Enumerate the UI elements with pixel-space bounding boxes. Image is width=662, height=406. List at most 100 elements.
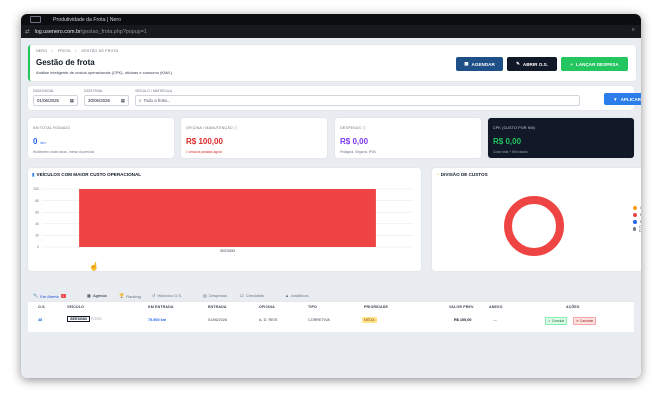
vehicle-model: FORD <box>90 317 102 321</box>
calendar-icon[interactable]: ▦ <box>70 98 74 104</box>
column-header: ENTRADA <box>208 305 227 309</box>
anexo-cell: — <box>493 318 497 322</box>
tab-label: Ranking <box>126 293 141 299</box>
start-date-value: 01/06/2026 <box>37 98 59 103</box>
kpi-label: OFICINA / MANUTENÇÃO ⓘ <box>186 126 238 131</box>
breadcrumb-item[interactable]: FROTA <box>58 49 71 53</box>
kpi-subtitle: Pedágios, Seguros, IPVA <box>340 150 376 154</box>
tab-label: Histórico O.S. <box>157 293 183 298</box>
priority-badge: MÉDIA <box>362 317 377 323</box>
end-date-input[interactable]: 30/06/2026 ▦ <box>84 95 129 106</box>
os-number-link[interactable]: 48 <box>38 318 42 322</box>
count-badge: 1 <box>60 294 66 298</box>
kpi-number: 0 <box>33 137 38 146</box>
vehicle-label: VEÍCULO / MATRÍCULA <box>135 89 173 93</box>
tab-despesas[interactable]: ▤ Despesas <box>203 293 227 298</box>
kpi-subtitle: Hodômetro: maior atual - menor do períod… <box>33 150 95 154</box>
agendar-button[interactable]: ▦ AGENDAR <box>456 57 503 71</box>
legend-item[interactable]: Manutenção <box>633 211 641 218</box>
lancar-despesa-label: LANÇAR DESPESA <box>576 61 619 67</box>
legend-swatch <box>633 205 637 210</box>
cancelar-label: Cancelar <box>579 319 594 323</box>
filter-bar: DATA INICIAL 01/06/2026 ▦ DATA FINAL 30/0… <box>28 86 634 110</box>
column-header: ANEXO <box>489 305 503 309</box>
lancar-despesa-button[interactable]: + LANÇAR DESPESA <box>561 57 628 71</box>
calendar-icon[interactable]: ▦ <box>121 98 125 104</box>
column-header: AÇÕES <box>566 305 580 309</box>
window-title: Produtividade da Frota | Nero <box>53 16 121 23</box>
history-icon: ↺ <box>152 293 156 298</box>
calendar-icon: ▦ <box>87 293 91 298</box>
tab-em-aberto[interactable]: 🔧 Em Aberto 1 <box>33 293 66 302</box>
start-date-input[interactable]: 01/06/2026 ▦ <box>33 95 78 106</box>
vehicle-select-value: Todo a frota... <box>143 98 171 103</box>
tab-agenda[interactable]: ▦ Agenda <box>87 293 107 298</box>
breadcrumb-item[interactable]: NERO <box>36 49 47 53</box>
tab-label: Checklists <box>245 293 264 298</box>
abrir-os-label: ABRIR O.S. <box>522 61 548 67</box>
valor-cell: R$ 100,00 <box>454 318 472 322</box>
kpi-label: DESPESAS ⓘ <box>340 126 366 131</box>
tab-label: Despesas <box>208 293 227 298</box>
address-bar[interactable]: ⇄ log.usenero.com.br/gestao_frota.php?po… <box>21 25 641 38</box>
magnifier-icon[interactable]: ⌕ <box>632 27 635 34</box>
kpi-oficina: OFICINA / MANUTENÇÃO ⓘ R$ 100,00 1 veícu… <box>181 118 327 158</box>
agendar-label: AGENDAR <box>471 61 495 67</box>
chart-icon: ▲ <box>285 293 290 298</box>
column-header: OFICINA <box>259 305 275 309</box>
donut-chart <box>504 196 564 256</box>
tab-label: Agenda <box>92 293 107 298</box>
kpi-unit: km <box>40 141 46 145</box>
page-content: NERO › FROTA › GESTÃO DE FROTA Gestão de f… <box>21 38 641 378</box>
bar-chart: 0 20 40 60 80 100 SEE3G83 <box>33 187 413 253</box>
y-tick-label: 80 <box>35 199 39 203</box>
kpi-value: R$ 0,00 <box>493 137 522 146</box>
plus-icon: + <box>570 61 574 67</box>
bar-chart-card: ▮ VEÍCULOS COM MAIOR CUSTO OPERACIONAL 02… <box>28 168 421 271</box>
wrench-icon: 🔧 <box>33 293 39 298</box>
y-tick-label: 100 <box>33 187 39 191</box>
column-header: TIPO <box>308 305 317 309</box>
vehicle-select[interactable]: ⌕ Todo a frota... <box>135 95 580 106</box>
tab-analiticos[interactable]: ▲ Analíticos <box>285 293 309 298</box>
tipo-cell: CORRETIVA <box>308 318 330 322</box>
end-date-value: 30/06/2026 <box>88 98 110 103</box>
kpi-label-text: OFICINA / MANUTENÇÃO <box>186 126 233 130</box>
abrir-os-button[interactable]: ✎ ABRIR O.S. <box>507 57 557 71</box>
kpi-value: 0 km <box>33 137 46 146</box>
legend-label: Pedágio <box>640 220 641 224</box>
cancelar-button[interactable]: ✕ Cancelar <box>573 317 597 325</box>
aplicar-button[interactable]: ▼ APLICAR <box>604 93 641 105</box>
tab-label: Em Aberto <box>40 293 59 299</box>
site-settings-icon[interactable]: ⇄ <box>25 29 30 35</box>
oficina-cell: A. D. REIS <box>259 318 278 322</box>
column-header: VALOR PREV. <box>449 305 475 309</box>
x-tick-label: SEE3G83 <box>220 249 235 253</box>
breadcrumb-item: GESTÃO DE FROTA <box>81 49 119 53</box>
trophy-icon: 🏆 <box>119 293 125 298</box>
tab-ranking[interactable]: 🏆 Ranking <box>119 293 141 299</box>
search-icon: ⌕ <box>139 98 142 103</box>
legend-item[interactable]: Combustível <box>633 204 641 211</box>
url-host: log.usenero.com.br <box>34 28 81 35</box>
hand-cursor-icon: ☝ <box>89 262 99 271</box>
kpi-km-total: KM TOTAL RODADO 0 km Hodômetro: maior atu… <box>28 118 174 158</box>
url-path: /gestao_frota.php?popup=1 <box>80 28 147 35</box>
tab-label: Analíticos <box>291 293 309 298</box>
pie-slice <box>504 196 564 256</box>
legend-item[interactable]: Outras Despesas <box>633 225 641 233</box>
entrada-cell: 01/06/2026 <box>208 318 228 322</box>
tab-checklists[interactable]: ☑ Checklists <box>240 293 264 298</box>
kpi-subtitle: 1 veículos parados agora <box>186 150 222 154</box>
kpi-label-text: DESPESAS <box>340 126 361 130</box>
chart-legend: Combustível Manutenção PedágioOutras Despe… <box>633 204 641 233</box>
pie-chart-card: ◔DIVISÃO DE CUSTOS CombustívelManutenção… <box>432 168 641 271</box>
column-header: KM ENTRADA <box>148 305 174 309</box>
concluir-button[interactable]: ✓ Concluir <box>545 317 568 325</box>
checklist-icon: ☑ <box>240 293 244 298</box>
kpi-label: KM TOTAL RODADO <box>33 126 71 130</box>
tab-historico[interactable]: ↺ Histórico O.S. <box>152 293 182 298</box>
kpi-value: R$ 100,00 <box>186 137 223 146</box>
calendar-icon: ▦ <box>464 61 469 66</box>
legend-swatch <box>633 219 637 224</box>
